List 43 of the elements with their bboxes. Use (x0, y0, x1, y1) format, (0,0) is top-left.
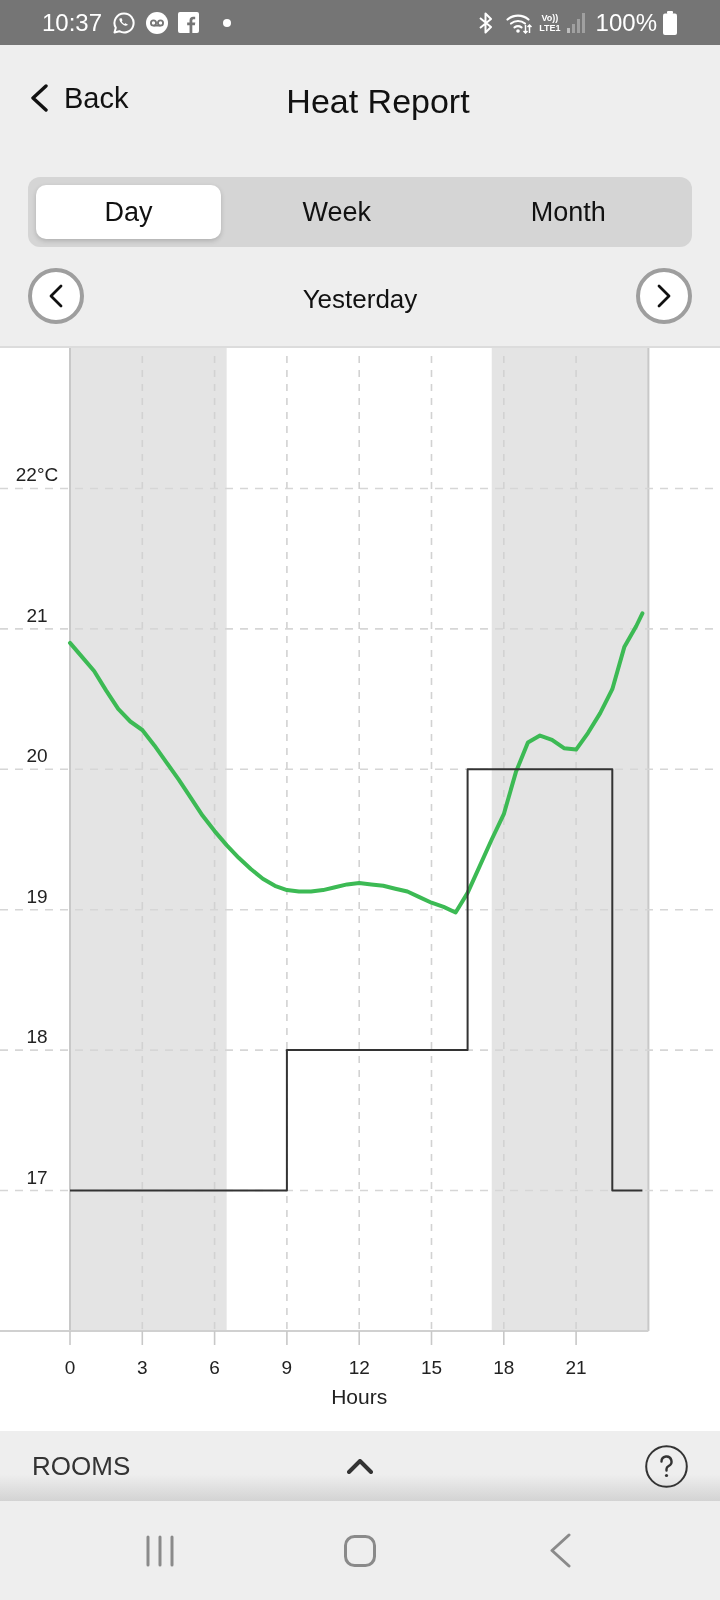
chat-bubble-icon (112, 10, 137, 35)
y-axis-label: 19 (26, 885, 48, 907)
y-axis-label: 20 (26, 745, 48, 767)
x-axis-label: 21 (565, 1357, 587, 1378)
voicemail-icon (146, 11, 169, 34)
chevron-up-icon[interactable] (346, 1458, 373, 1474)
chevron-right-icon (657, 284, 671, 308)
battery-icon (663, 10, 677, 35)
next-day-button[interactable] (636, 268, 692, 324)
page-title: Heat Report (285, 80, 470, 121)
chevron-left-icon (49, 284, 63, 308)
rooms-label: ROOMS (31, 1450, 131, 1482)
x-axis-label: 18 (493, 1357, 515, 1378)
clock-time: 10:37 (42, 8, 103, 37)
x-axis-label: 9 (281, 1357, 293, 1378)
bluetooth-icon (479, 11, 493, 34)
x-axis-label: 6 (209, 1357, 220, 1378)
y-axis-label: 18 (26, 1026, 48, 1048)
back-button[interactable]: Back (28, 81, 129, 115)
x-axis-label: 15 (420, 1357, 443, 1378)
y-axis-label: 21 (26, 604, 48, 626)
period-label: Yesterday (302, 282, 418, 315)
network-label: Vo)) (541, 12, 559, 23)
previous-day-button[interactable] (28, 268, 84, 324)
y-axis-label: 17 (26, 1166, 48, 1188)
period-tab[interactable]: Month (452, 185, 684, 239)
dot-icon (223, 18, 232, 27)
x-axis-label: 0 (64, 1357, 76, 1378)
home-icon[interactable] (344, 1534, 376, 1567)
y-axis-label: 22°C (15, 464, 59, 486)
app-logo-icon (178, 12, 200, 33)
recent-apps-icon[interactable] (145, 1534, 175, 1567)
network-label: LTE1 (539, 22, 561, 33)
x-axis-label: 12 (348, 1357, 370, 1378)
x-axis-label: 3 (137, 1357, 148, 1378)
period-tab[interactable]: Day (36, 185, 221, 239)
back-nav-icon[interactable] (549, 1533, 571, 1568)
x-axis-title: Hours (331, 1385, 388, 1408)
chevron-left-icon (31, 84, 48, 112)
period-tab[interactable]: Week (221, 185, 453, 239)
signal-icon (566, 12, 586, 33)
help-icon[interactable] (645, 1444, 688, 1488)
battery-percent: 100% (595, 8, 657, 37)
